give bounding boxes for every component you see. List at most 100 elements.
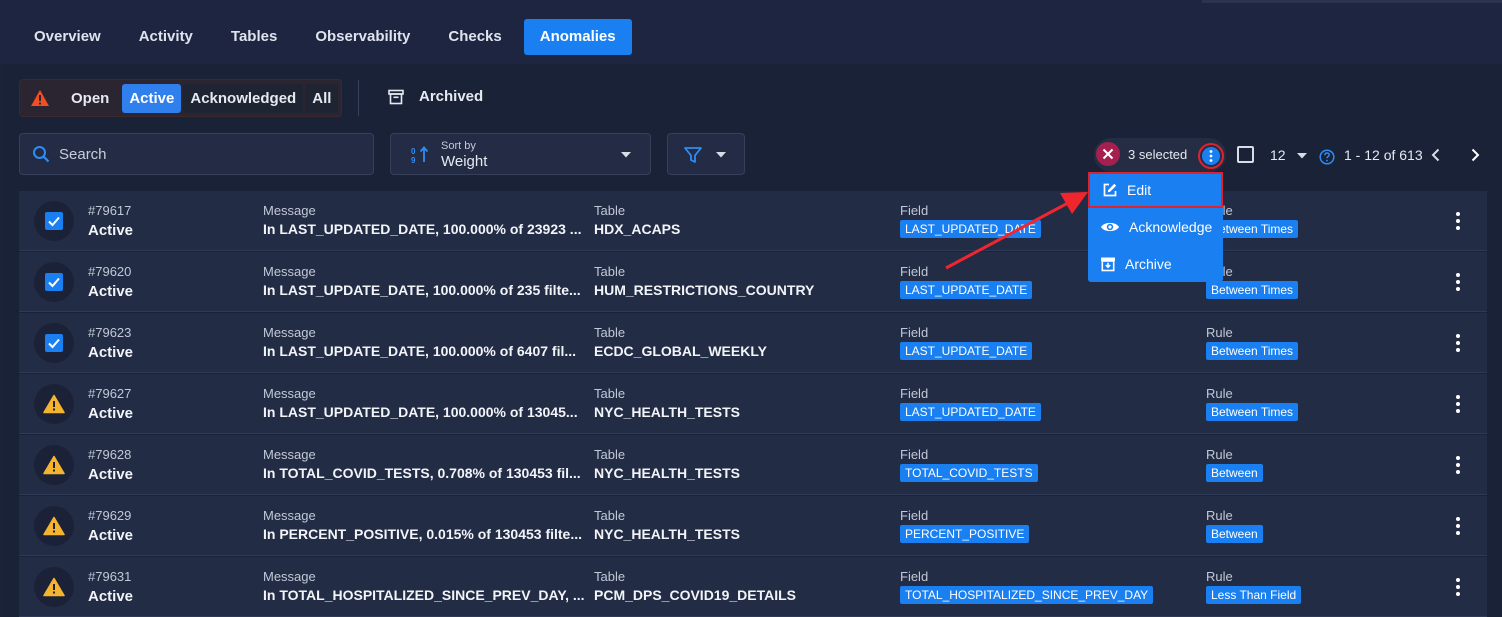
tab-activity[interactable]: Activity — [123, 19, 209, 55]
rule-label: Rule — [1206, 386, 1233, 401]
menu-item-acknowledge[interactable]: Acknowledge — [1088, 209, 1223, 245]
message-value: In PERCENT_POSITIVE, 0.015% of 130453 fi… — [263, 526, 583, 542]
chevron-left-icon[interactable] — [1430, 148, 1442, 162]
anomaly-id: #79629 — [88, 508, 132, 523]
menu-item-edit[interactable]: Edit — [1088, 172, 1223, 208]
message-label: Message — [263, 447, 316, 462]
status-open-button[interactable]: Open — [64, 84, 116, 113]
row-select-area[interactable] — [34, 445, 74, 485]
row-checkbox-checked[interactable] — [45, 273, 63, 291]
table-row[interactable]: #79620 Active Message In LAST_UPDATE_DAT… — [19, 252, 1487, 312]
more-vertical-icon[interactable] — [1455, 455, 1461, 475]
row-select-area[interactable] — [34, 506, 74, 546]
row-checkbox-checked[interactable] — [45, 212, 63, 230]
table-label: Table — [594, 508, 626, 523]
help-icon[interactable] — [1319, 149, 1335, 165]
table-label: Table — [594, 447, 626, 462]
field-badge: LAST_UPDATED_DATE — [900, 403, 1041, 421]
table-label: Table — [594, 386, 626, 401]
svg-text:9: 9 — [411, 156, 416, 165]
close-icon — [1102, 148, 1114, 160]
warning-icon — [31, 90, 49, 106]
table-row[interactable]: #79617 Active Message In LAST_UPDATED_DA… — [19, 191, 1487, 251]
row-checkbox-checked[interactable] — [45, 334, 63, 352]
message-label: Message — [263, 203, 316, 218]
field-label: Field — [900, 508, 929, 523]
archive-box-icon — [388, 89, 404, 104]
table-value: ECDC_GLOBAL_WEEKLY — [594, 343, 767, 359]
tab-tables[interactable]: Tables — [215, 19, 293, 55]
toolbar-divider — [358, 80, 359, 116]
more-vertical-icon[interactable] — [1455, 211, 1461, 231]
table-value: NYC_HEALTH_TESTS — [594, 404, 740, 420]
warning-icon — [43, 394, 65, 414]
more-vertical-icon[interactable] — [1455, 394, 1461, 414]
check-icon — [48, 338, 60, 349]
anomaly-status: Active — [88, 344, 134, 361]
more-vertical-icon[interactable] — [1455, 516, 1461, 536]
more-vertical-icon[interactable] — [1455, 333, 1461, 353]
archived-button[interactable]: Archived — [388, 88, 483, 105]
check-icon — [48, 216, 60, 227]
anomaly-status: Active — [88, 283, 134, 300]
field-label: Field — [900, 569, 929, 584]
table-row[interactable]: #79631 Active Message In TOTAL_HOSPITALI… — [19, 557, 1487, 617]
select-all-checkbox[interactable] — [1237, 146, 1254, 163]
tab-checks[interactable]: Checks — [432, 19, 517, 55]
anomaly-id: #79617 — [88, 203, 132, 218]
anomaly-status: Active — [88, 588, 134, 605]
selection-pill: 3 selected — [1094, 138, 1226, 172]
tab-observability[interactable]: Observability — [299, 19, 426, 55]
row-checkbox-wrap[interactable] — [34, 323, 74, 363]
message-value: In LAST_UPDATE_DATE, 100.000% of 235 fil… — [263, 282, 581, 298]
table-row[interactable]: #79623 Active Message In LAST_UPDATE_DAT… — [19, 313, 1487, 373]
top-nav-bar: Overview Activity Tables Observability C… — [0, 0, 1502, 64]
anomaly-id: #79627 — [88, 386, 132, 401]
more-vertical-icon[interactable] — [1455, 272, 1461, 292]
message-value: In LAST_UPDATED_DATE, 100.000% of 13045.… — [263, 404, 578, 420]
table-label: Table — [594, 325, 626, 340]
more-vertical-icon — [1209, 150, 1213, 162]
clear-selection-button[interactable] — [1096, 142, 1120, 166]
message-value: In LAST_UPDATED_DATE, 100.000% of 23923 … — [263, 221, 582, 237]
search-input[interactable] — [59, 145, 349, 163]
anomaly-id: #79620 — [88, 264, 132, 279]
menu-item-label: Edit — [1127, 182, 1152, 198]
anomaly-status: Active — [88, 466, 134, 483]
tab-overview[interactable]: Overview — [18, 19, 117, 55]
chevron-down-icon[interactable] — [1296, 152, 1308, 160]
chevron-right-icon[interactable] — [1469, 148, 1481, 162]
row-checkbox-wrap[interactable] — [34, 201, 74, 241]
table-value: NYC_HEALTH_TESTS — [594, 465, 740, 481]
field-badge: LAST_UPDATED_DATE — [900, 220, 1041, 238]
tab-anomalies[interactable]: Anomalies — [523, 19, 632, 55]
row-select-area[interactable] — [34, 384, 74, 424]
more-vertical-icon[interactable] — [1455, 577, 1461, 597]
sort-dropdown[interactable]: 09 Sort by Weight — [390, 133, 651, 175]
search-icon — [33, 146, 50, 163]
field-label: Field — [900, 386, 929, 401]
row-select-area[interactable] — [34, 567, 74, 607]
menu-item-archive[interactable]: Archive — [1088, 246, 1223, 282]
anomaly-id: #79623 — [88, 325, 132, 340]
table-row[interactable]: #79629 Active Message In PERCENT_POSITIV… — [19, 496, 1487, 556]
field-label: Field — [900, 264, 929, 279]
status-filter-group: Open Active Acknowledged All — [19, 79, 342, 117]
table-row[interactable]: #79628 Active Message In TOTAL_COVID_TES… — [19, 435, 1487, 495]
field-label: Field — [900, 325, 929, 340]
field-badge: TOTAL_HOSPITALIZED_SINCE_PREV_DAY — [900, 586, 1154, 604]
status-acknowledged-button[interactable]: Acknowledged — [183, 83, 304, 113]
status-all-button[interactable]: All — [305, 83, 339, 113]
message-label: Message — [263, 508, 316, 523]
search-box[interactable] — [19, 133, 374, 175]
status-active-button[interactable]: Active — [122, 83, 182, 113]
eye-icon — [1101, 222, 1119, 232]
table-row[interactable]: #79627 Active Message In LAST_UPDATED_DA… — [19, 374, 1487, 434]
bulk-actions-button[interactable] — [1198, 143, 1224, 169]
field-badge: LAST_UPDATE_DATE — [900, 342, 1033, 360]
filter-button[interactable] — [667, 133, 745, 175]
table-label: Table — [594, 569, 626, 584]
filter-icon — [684, 147, 702, 163]
per-page-select[interactable]: 12 — [1270, 147, 1286, 163]
row-checkbox-wrap[interactable] — [34, 262, 74, 302]
